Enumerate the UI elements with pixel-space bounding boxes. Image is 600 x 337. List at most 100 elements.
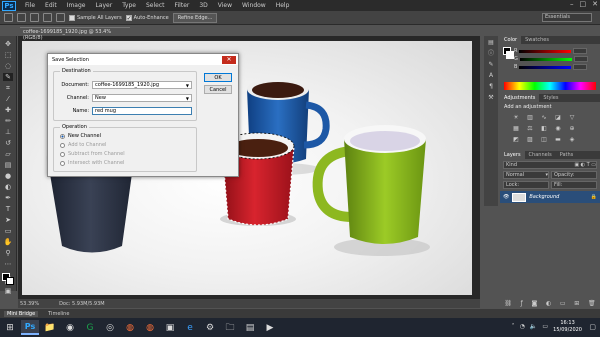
blue-slider[interactable]: B	[500, 63, 600, 71]
media-icon[interactable]: ▶	[261, 320, 279, 335]
menu-image[interactable]: Image	[62, 2, 91, 9]
selective-color-icon[interactable]: ◈	[568, 136, 576, 143]
add-to-selection-icon[interactable]	[30, 13, 39, 22]
blur-tool-icon[interactable]: ●	[3, 172, 13, 180]
menu-window[interactable]: Window	[237, 2, 271, 9]
new-layer-icon[interactable]: ⊞	[574, 300, 579, 307]
notifications-icon[interactable]: ▢	[589, 323, 596, 331]
link-icon[interactable]: ⛓	[504, 300, 512, 307]
notes-icon[interactable]: ▤	[241, 320, 259, 335]
history-brush-icon[interactable]: ↺	[3, 139, 13, 147]
brush-tool-icon[interactable]: ✏	[3, 117, 13, 125]
black-white-icon[interactable]: ◧	[540, 125, 548, 132]
terminal-icon[interactable]: ▣	[161, 320, 179, 335]
levels-icon[interactable]: ▥	[526, 114, 534, 121]
eye-icon[interactable]: 👁	[503, 194, 509, 200]
firefox-dev-icon[interactable]: ◍	[141, 320, 159, 335]
path-selection-icon[interactable]: ➤	[3, 216, 13, 224]
auto-enhance-checkbox[interactable]	[125, 14, 132, 21]
shape-tool-icon[interactable]: ▭	[3, 227, 13, 235]
background-color[interactable]	[6, 277, 14, 285]
workspace-select[interactable]: Essentials	[542, 13, 592, 22]
tab-paths[interactable]: Paths	[556, 151, 578, 159]
crop-tool-icon[interactable]: ⌗	[3, 84, 13, 92]
mask-icon[interactable]: ◙	[531, 300, 537, 307]
tab-adjustments[interactable]: Adjustments	[500, 94, 540, 102]
quick-selection-tool-icon[interactable]: ✎	[3, 73, 13, 81]
threshold-icon[interactable]: ◫	[540, 136, 548, 143]
tab-timeline[interactable]: Timeline	[48, 311, 69, 317]
menu-type[interactable]: Type	[117, 2, 141, 9]
invert-icon[interactable]: ◩	[512, 136, 520, 143]
sample-all-layers-checkbox[interactable]	[69, 14, 75, 21]
eyedropper-tool-icon[interactable]: ⁄	[3, 95, 13, 103]
refine-edge-button[interactable]: Refine Edge...	[172, 12, 218, 23]
clock[interactable]: 16:13 15/09/2020	[553, 320, 582, 334]
folder-icon[interactable]: ▭	[560, 300, 566, 307]
menu-3d[interactable]: 3D	[194, 2, 212, 9]
character-icon[interactable]: A	[487, 72, 495, 79]
dodge-tool-icon[interactable]: ◐	[3, 183, 13, 191]
ok-button[interactable]: OK	[204, 73, 232, 82]
radio-new-channel[interactable]: New Channel	[60, 133, 101, 139]
new-selection-icon[interactable]	[17, 13, 26, 22]
auto-enhance-option[interactable]: Auto-Enhance	[125, 14, 169, 21]
subtract-selection-icon[interactable]	[43, 13, 52, 22]
photo-filter-icon[interactable]: ◉	[554, 125, 562, 132]
fill-field[interactable]: Fill:	[551, 181, 597, 189]
photoshop-taskbar-icon[interactable]: Ps	[21, 320, 39, 335]
layer-background[interactable]: 👁 Background 🔒	[500, 191, 600, 203]
brush-presets-icon[interactable]: ✎	[487, 61, 495, 68]
layer-filter-select[interactable]: Kind ▣ ◐ T ▭	[503, 161, 597, 169]
edge-icon[interactable]: e	[181, 320, 199, 335]
tab-swatches[interactable]: Swatches	[521, 36, 553, 44]
tab-mini-bridge[interactable]: Mini Bridge	[4, 310, 39, 317]
eraser-tool-icon[interactable]: ▱	[3, 150, 13, 158]
lasso-tool-icon[interactable]: ◌	[3, 62, 13, 70]
adjustment-layer-icon[interactable]: ◐	[546, 300, 551, 307]
blend-mode-select[interactable]: Normal ▾	[503, 171, 549, 179]
network-icon[interactable]: ◔	[520, 323, 525, 330]
chevron-up-icon[interactable]: ˄	[512, 323, 515, 330]
settings-icon[interactable]: ⚙	[201, 320, 219, 335]
color-balance-icon[interactable]: ⚖	[526, 125, 534, 132]
brush-size-icon[interactable]	[56, 13, 65, 22]
sample-all-layers-option[interactable]: Sample All Layers	[69, 14, 122, 21]
green-slider[interactable]: G	[500, 55, 600, 63]
chrome-icon[interactable]: ◎	[101, 320, 119, 335]
radio-button[interactable]	[60, 133, 65, 139]
tab-layers[interactable]: Layers	[500, 151, 525, 159]
tab-color[interactable]: Color	[500, 36, 522, 44]
folder-icon[interactable]: 🗀	[221, 320, 239, 335]
minimize-button[interactable]: –	[570, 0, 574, 8]
channel-select[interactable]: New ▼	[92, 94, 192, 102]
background-color[interactable]	[506, 51, 514, 59]
maximize-button[interactable]: □	[580, 0, 587, 8]
firefox-icon[interactable]: ◍	[121, 320, 139, 335]
volume-icon[interactable]: 🔈	[530, 323, 537, 330]
layer-name[interactable]: Background	[529, 194, 559, 200]
hand-tool-icon[interactable]: ✋	[3, 238, 13, 246]
zoom-tool-icon[interactable]: ⚲	[3, 249, 13, 257]
more-tools-icon[interactable]: ⋯	[3, 260, 13, 268]
exposure-icon[interactable]: ◪	[554, 114, 562, 121]
posterize-icon[interactable]: ▨	[526, 136, 534, 143]
menu-file[interactable]: File	[20, 2, 40, 9]
fx-icon[interactable]: ƒ	[521, 300, 523, 307]
pen-tool-icon[interactable]: ✒	[3, 194, 13, 202]
menu-select[interactable]: Select	[141, 2, 170, 9]
app-icon[interactable]: ◉	[61, 320, 79, 335]
vibrance-icon[interactable]: ▽	[568, 114, 576, 121]
curves-icon[interactable]: ∿	[540, 114, 548, 121]
move-tool-icon[interactable]: ✥	[3, 40, 13, 48]
file-explorer-icon[interactable]: 📁	[41, 320, 59, 335]
marquee-tool-icon[interactable]: ⬚	[3, 51, 13, 59]
tool-presets-icon[interactable]: ⚒	[487, 94, 495, 101]
close-icon[interactable]: ✕	[222, 55, 236, 64]
battery-icon[interactable]: ▭	[542, 323, 548, 330]
properties-icon[interactable]: ⓘ	[487, 50, 495, 57]
brightness-icon[interactable]: ☀	[512, 114, 520, 121]
clone-stamp-icon[interactable]: ⊥	[3, 128, 13, 136]
channel-mixer-icon[interactable]: ⊕	[568, 125, 576, 132]
history-icon[interactable]: ▤	[487, 39, 495, 46]
